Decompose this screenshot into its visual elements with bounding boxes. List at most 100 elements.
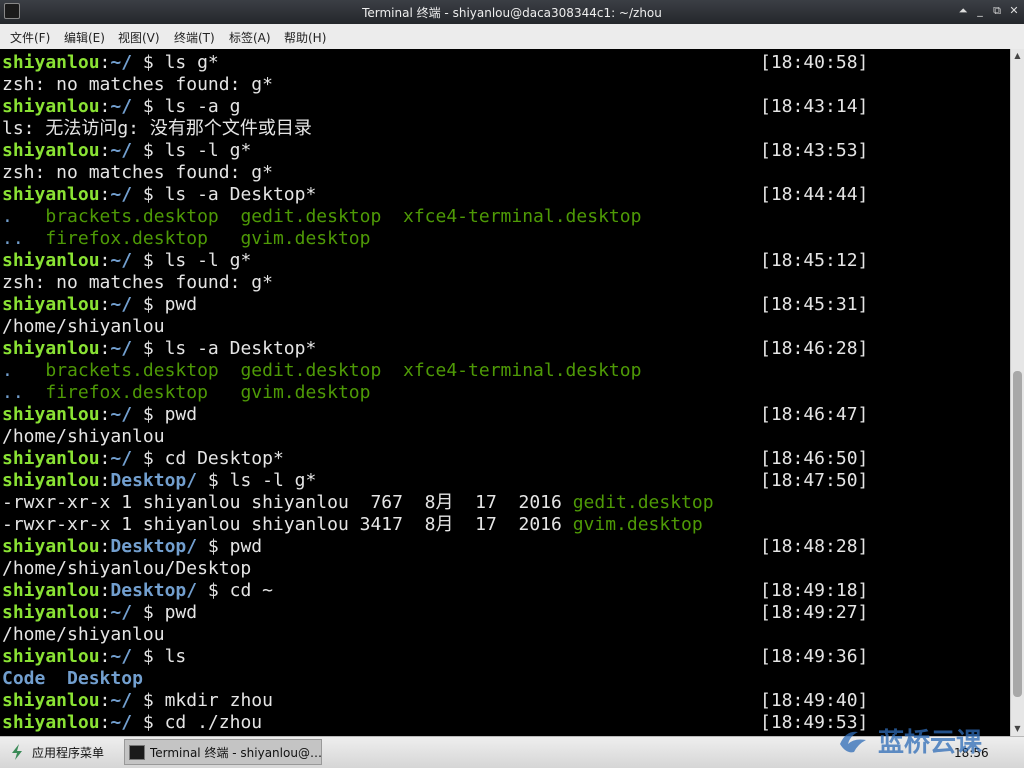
prompt-separator: : [99, 250, 111, 271]
terminal-output[interactable]: [18:40:58] shiyanlou:~/ $ ls g* zsh: no ma… [0, 49, 1010, 736]
command-timestamp: [18:49:18] [760, 580, 869, 601]
minimize-button[interactable]: _ [972, 3, 988, 19]
app-menu-label: 应用程序菜单 [32, 745, 105, 760]
prompt-command: $ cd ./zhou [132, 712, 263, 733]
prompt-directory: ~/ [110, 448, 133, 469]
watermark-text: 蓝桥云课 [878, 728, 983, 758]
command-timestamp: [18:47:50] [760, 470, 869, 491]
prompt-directory: Desktop/ [110, 536, 198, 557]
prompt-separator: : [99, 96, 111, 117]
menu-edit[interactable]: 编辑(E) [64, 29, 105, 46]
file-entry: xfce4-terminal.desktop [403, 360, 642, 381]
prompt-command: $ pwd [132, 294, 198, 315]
prompt-line: shiyanlou:~/ $ pwd [2, 404, 197, 426]
prompt-separator: : [99, 52, 111, 73]
command-timestamp: [18:45:12] [760, 250, 869, 271]
menu-file[interactable]: 文件(F) [10, 29, 50, 46]
menu-help[interactable]: 帮助(H) [284, 29, 326, 46]
shade-button[interactable]: ⏶ [955, 3, 971, 19]
prompt-separator: : [99, 404, 111, 425]
command-timestamp: [18:48:28] [760, 536, 869, 557]
prompt-separator: : [99, 536, 111, 557]
file-entry: brackets.desktop [45, 206, 241, 227]
scroll-down-arrow-icon[interactable]: ▼ [1011, 722, 1024, 736]
menu-view[interactable]: 视图(V) [118, 29, 160, 46]
prompt-user: shiyanlou [2, 690, 100, 711]
prompt-command: $ ls -l g* [197, 470, 317, 491]
applications-menu-button[interactable]: 应用程序菜单 [4, 740, 104, 764]
prompt-separator: : [99, 690, 111, 711]
prompt-directory: ~/ [110, 690, 133, 711]
prompt-directory: Desktop/ [110, 580, 198, 601]
prompt-separator: : [99, 294, 111, 315]
menu-tabs[interactable]: 标签(A) [229, 29, 271, 46]
terminal-scrollbar[interactable]: ▲ ▼ [1010, 49, 1024, 736]
prompt-command: $ pwd [197, 536, 263, 557]
scroll-up-arrow-icon[interactable]: ▲ [1011, 49, 1024, 63]
prompt-user: shiyanlou [2, 448, 100, 469]
file-entry: gvim.desktop [240, 228, 371, 249]
output-line: /home/shiyanlou [2, 624, 165, 645]
long-listing-line: -rwxr-xr-x 1 shiyanlou shiyanlou 3417 8月… [2, 514, 703, 536]
file-entry: gvim.desktop [240, 382, 371, 403]
prompt-user: shiyanlou [2, 536, 100, 557]
lanqiao-logo-icon [840, 731, 866, 752]
prompt-line: shiyanlou:~/ $ pwd [2, 294, 197, 316]
prompt-directory: ~/ [110, 712, 133, 733]
file-entry: . [2, 360, 46, 381]
file-entry: gedit.desktop [240, 360, 403, 381]
prompt-directory: Desktop/ [110, 470, 198, 491]
task-label: Terminal 终端 - shiyanlou@… [149, 745, 321, 760]
command-timestamp: [18:49:40] [760, 690, 869, 711]
listing-line: . brackets.desktop gedit.desktop xfce4-t… [2, 360, 641, 382]
prompt-directory: ~/ [110, 184, 133, 205]
prompt-command: $ ls [132, 646, 187, 667]
prompt-command: $ mkdir zhou [132, 690, 273, 711]
file-metadata: -rwxr-xr-x 1 shiyanlou shiyanlou 3417 8月… [2, 514, 573, 535]
file-entry: Desktop [67, 668, 143, 689]
long-listing-line: -rwxr-xr-x 1 shiyanlou shiyanlou 767 8月 … [2, 492, 714, 514]
prompt-line: shiyanlou:~/ $ mkdir zhou [2, 690, 273, 712]
prompt-separator: : [99, 338, 111, 359]
prompt-command: $ ls g* [132, 52, 219, 73]
prompt-command: $ ls -l g* [132, 250, 252, 271]
file-entry: brackets.desktop [45, 360, 241, 381]
prompt-separator: : [99, 140, 111, 161]
scrollbar-thumb[interactable] [1013, 371, 1022, 697]
prompt-separator: : [99, 448, 111, 469]
prompt-user: shiyanlou [2, 712, 100, 733]
listing-gap [45, 668, 67, 689]
command-timestamp: [18:40:58] [760, 52, 869, 73]
output-line: zsh: no matches found: g* [2, 74, 273, 95]
prompt-user: shiyanlou [2, 470, 100, 491]
prompt-command: $ ls -l g* [132, 140, 252, 161]
output-line: ls: 无法访问g: 没有那个文件或目录 [2, 118, 312, 139]
listing-line: .. firefox.desktop gvim.desktop [2, 228, 370, 250]
watermark: 蓝桥云课 [836, 722, 982, 759]
maximize-button[interactable]: ⧉ [989, 3, 1005, 19]
prompt-user: shiyanlou [2, 580, 100, 601]
file-entry: firefox.desktop [45, 382, 241, 403]
menu-terminal[interactable]: 终端(T) [174, 29, 215, 46]
close-button[interactable]: ✕ [1006, 3, 1022, 19]
prompt-user: shiyanlou [2, 250, 100, 271]
prompt-user: shiyanlou [2, 140, 100, 161]
file-metadata: -rwxr-xr-x 1 shiyanlou shiyanlou 767 8月 … [2, 492, 573, 513]
window-titlebar[interactable]: Terminal 终端 - shiyanlou@daca308344c1: ~/… [0, 0, 1024, 24]
prompt-line: shiyanlou:~/ $ ls -a Desktop* [2, 338, 316, 360]
listing-line: . brackets.desktop gedit.desktop xfce4-t… [2, 206, 641, 228]
prompt-separator: : [99, 184, 111, 205]
file-entry: gedit.desktop [240, 206, 403, 227]
command-timestamp: [18:46:50] [760, 448, 869, 469]
taskbar-terminal-task[interactable]: Terminal 终端 - shiyanlou@… [124, 739, 322, 765]
prompt-directory: ~/ [110, 338, 133, 359]
prompt-directory: ~/ [110, 250, 133, 271]
prompt-directory: ~/ [110, 602, 133, 623]
prompt-command: $ cd ~ [197, 580, 273, 601]
prompt-command: $ ls -a Desktop* [132, 184, 317, 205]
prompt-user: shiyanlou [2, 96, 100, 117]
prompt-directory: ~/ [110, 404, 133, 425]
command-timestamp: [18:43:14] [760, 96, 869, 117]
prompt-directory: ~/ [110, 96, 133, 117]
prompt-line: shiyanlou:~/ $ ls g* [2, 52, 219, 74]
